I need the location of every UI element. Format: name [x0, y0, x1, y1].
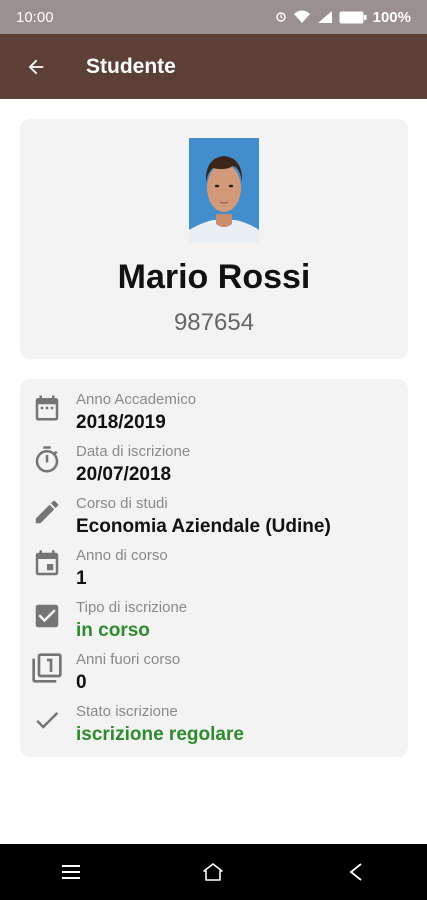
library-one-icon [30, 651, 64, 685]
detail-label: Corso di studi [76, 495, 168, 512]
system-nav-bar [0, 844, 427, 900]
calendar-icon [30, 391, 64, 425]
enrollment-details-card: Anno Accademico 2018/2019 Data di iscriz… [20, 379, 408, 757]
detail-row-anno-corso: Anno di corso 1 [20, 535, 408, 589]
arrow-left-icon [28, 59, 44, 74]
event-icon [30, 547, 64, 581]
app-bar: Studente [0, 34, 427, 99]
back-button[interactable] [22, 53, 50, 81]
signal-icon [317, 10, 333, 24]
status-bar: 10:00 100% [0, 0, 427, 34]
page-title: Studente [86, 54, 176, 78]
detail-row-anni-fuori-corso: Anni fuori corso 0 [20, 639, 408, 693]
profile-card: Mario Rossi 987654 [20, 119, 408, 359]
detail-row-data-iscrizione: Data di iscrizione 20/07/2018 [20, 431, 408, 485]
battery-icon [339, 11, 367, 24]
detail-label: Anno Accademico [76, 391, 197, 408]
menu-icon [62, 865, 81, 879]
back-nav-button[interactable] [326, 844, 386, 900]
wifi-icon [293, 10, 311, 24]
status-time: 10:00 [16, 8, 54, 26]
timer-icon [30, 443, 64, 477]
chevron-left-icon [349, 863, 362, 881]
alarm-icon [275, 11, 287, 23]
detail-row-tipo-iscrizione: Tipo di iscrizione in corso [20, 587, 408, 641]
student-name: Mario Rossi [117, 258, 311, 296]
home-icon [203, 863, 224, 881]
detail-row-anno-accademico: Anno Accademico 2018/2019 [20, 379, 408, 433]
detail-label: Data di iscrizione [76, 443, 191, 460]
student-photo [189, 138, 259, 242]
detail-row-stato-iscrizione: Stato iscrizione iscrizione regolare [20, 691, 408, 745]
student-id: 987654 [173, 309, 255, 336]
detail-label: Tipo di iscrizione [76, 599, 188, 616]
recent-apps-button[interactable] [41, 844, 101, 900]
detail-row-corso-studi: Corso di studi Economia Aziendale (Udine… [20, 483, 408, 537]
status-icons: 100% [275, 9, 411, 26]
checkbox-icon [30, 599, 64, 633]
battery-level: 100% [372, 8, 411, 26]
detail-label: Anno di corso [76, 547, 168, 564]
home-button[interactable] [183, 844, 243, 900]
pencil-icon [30, 495, 64, 529]
detail-label: Anni fuori corso [76, 651, 181, 668]
detail-value: iscrizione regolare [76, 724, 244, 745]
check-icon [30, 703, 64, 737]
detail-label: Stato iscrizione [76, 703, 178, 720]
